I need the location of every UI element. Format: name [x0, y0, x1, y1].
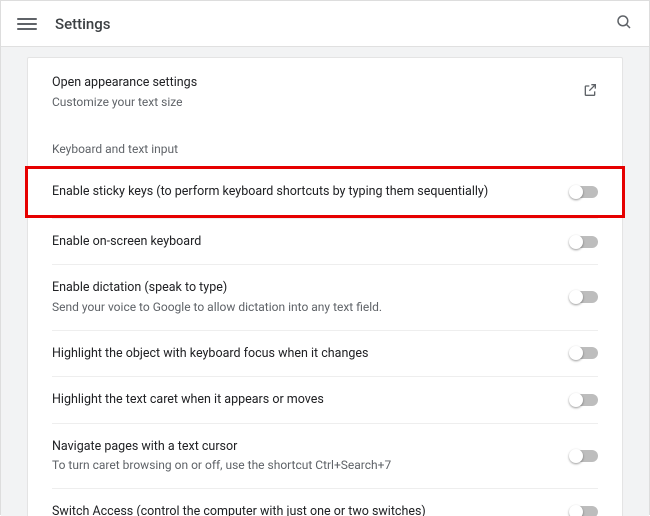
toggle-sticky-keys[interactable]	[570, 186, 598, 198]
menu-icon[interactable]	[17, 14, 37, 34]
section-keyboard-text-input: Keyboard and text input	[52, 124, 598, 166]
row-text: Enable dictation (speak to type) Send yo…	[52, 279, 570, 315]
row-text: Navigate pages with a text cursor To tur…	[52, 438, 570, 474]
row-highlight-caret: Highlight the text caret when it appears…	[52, 376, 598, 423]
row-switch-access: Switch Access (control the computer with…	[52, 488, 598, 516]
row-text: Enable on-screen keyboard	[52, 233, 570, 251]
external-link-icon[interactable]	[582, 82, 598, 102]
search-icon[interactable]	[615, 13, 633, 35]
row-title: Highlight the object with keyboard focus…	[52, 345, 558, 363]
row-title: Navigate pages with a text cursor	[52, 438, 558, 456]
row-sub: Customize your text size	[52, 94, 570, 111]
row-text: Switch Access (control the computer with…	[52, 503, 570, 516]
highlight-annotation: Enable sticky keys (to perform keyboard …	[25, 166, 625, 218]
row-text: Open appearance settings Customize your …	[52, 74, 582, 110]
row-title: Enable dictation (speak to type)	[52, 279, 558, 297]
settings-card: Open appearance settings Customize your …	[27, 57, 623, 516]
row-title: Switch Access (control the computer with…	[52, 503, 558, 516]
settings-body: Open appearance settings Customize your …	[1, 47, 649, 516]
toggle-highlight-focus[interactable]	[570, 347, 598, 359]
row-title: Highlight the text caret when it appears…	[52, 391, 558, 409]
toggle-switch-access[interactable]	[570, 506, 598, 516]
app-header: Settings	[1, 1, 649, 47]
open-appearance-settings[interactable]: Open appearance settings Customize your …	[52, 58, 598, 124]
row-title: Enable on-screen keyboard	[52, 233, 558, 251]
row-sub: Send your voice to Google to allow dicta…	[52, 299, 558, 316]
toggle-onscreen-keyboard[interactable]	[570, 236, 598, 248]
row-text: Enable sticky keys (to perform keyboard …	[52, 183, 570, 201]
row-text: Highlight the text caret when it appears…	[52, 391, 570, 409]
row-title: Open appearance settings	[52, 74, 570, 92]
row-highlight-focus: Highlight the object with keyboard focus…	[52, 330, 598, 377]
row-text: Highlight the object with keyboard focus…	[52, 345, 570, 363]
page-title: Settings	[55, 15, 111, 33]
row-navigate-cursor: Navigate pages with a text cursor To tur…	[52, 423, 598, 488]
row-dictation: Enable dictation (speak to type) Send yo…	[52, 264, 598, 329]
row-sticky-keys: Enable sticky keys (to perform keyboard …	[52, 169, 598, 215]
row-onscreen-keyboard: Enable on-screen keyboard	[52, 218, 598, 265]
row-sub: To turn caret browsing on or off, use th…	[52, 457, 558, 474]
row-title: Enable sticky keys (to perform keyboard …	[52, 183, 558, 201]
toggle-navigate-cursor[interactable]	[570, 450, 598, 462]
toggle-highlight-caret[interactable]	[570, 394, 598, 406]
toggle-dictation[interactable]	[570, 291, 598, 303]
